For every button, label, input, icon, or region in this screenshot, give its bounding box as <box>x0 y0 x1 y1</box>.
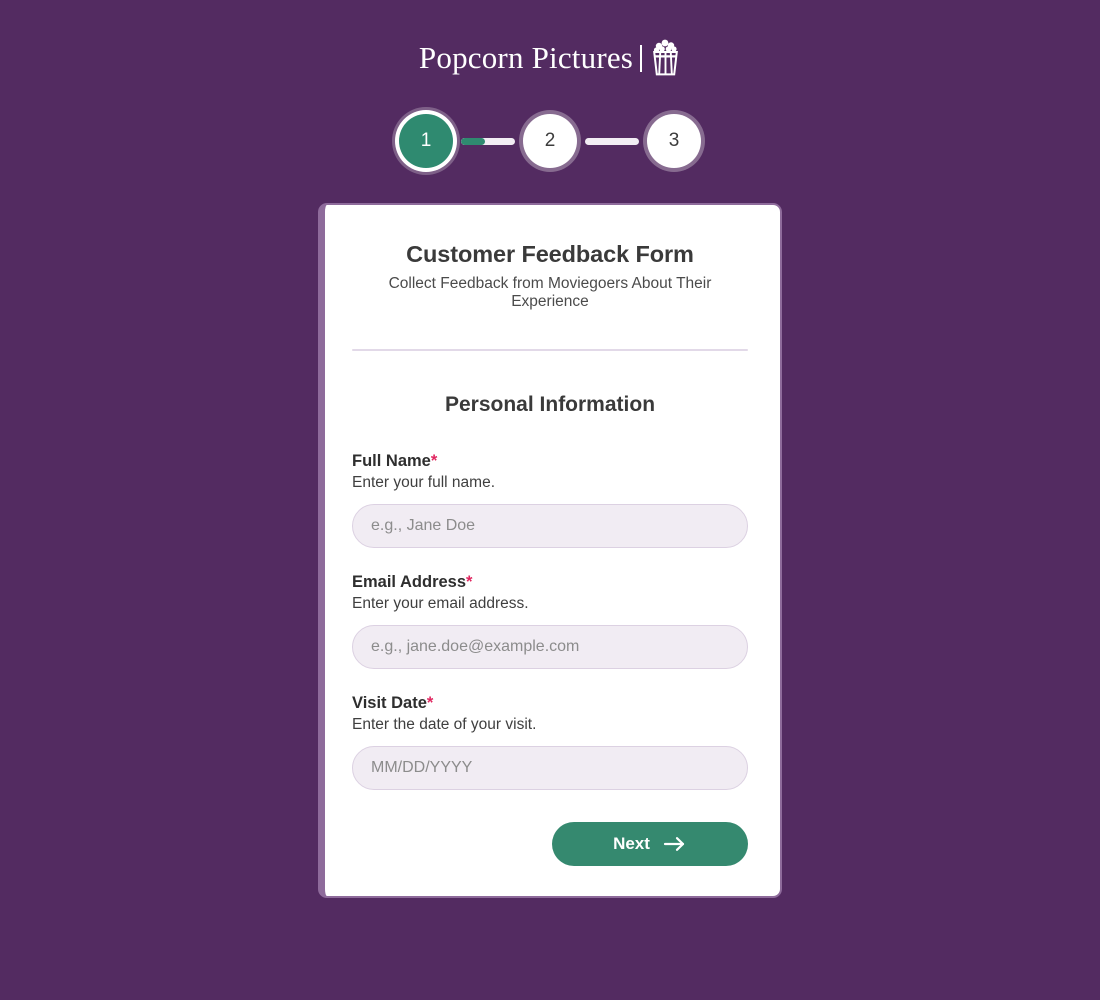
header-divider <box>352 348 748 351</box>
field-visit-date: Visit Date* Enter the date of your visit… <box>352 693 748 790</box>
form-fields: Full Name* Enter your full name. Email A… <box>352 451 748 790</box>
step-connector-1 <box>461 137 515 145</box>
field-label-text: Full Name <box>352 451 431 470</box>
step-label-2: 2 <box>544 130 556 151</box>
field-label-text: Visit Date <box>352 693 427 712</box>
section-title: Personal Information <box>444 392 656 416</box>
progress-stepper: 1 2 3 <box>399 111 701 171</box>
arrow-right-icon <box>663 836 687 852</box>
step-indicator-1[interactable]: 1 <box>399 114 453 168</box>
popcorn-box-icon <box>651 38 681 76</box>
visit-date-input[interactable] <box>352 745 748 790</box>
step-label-1: 1 <box>420 130 432 151</box>
field-help-email-address: Enter your email address. <box>352 595 529 613</box>
full-name-input[interactable] <box>352 503 748 548</box>
next-button-label: Next <box>613 833 650 853</box>
brand-divider <box>640 44 643 72</box>
required-marker: * <box>430 451 438 470</box>
page-title: Customer Feedback Form <box>406 241 694 267</box>
field-help-visit-date: Enter the date of your visit. <box>352 716 537 734</box>
page-root: Popcorn Pictures 1 2 3 Customer Feedback… <box>0 0 1100 1000</box>
field-full-name: Full Name* Enter your full name. <box>352 451 748 548</box>
field-label-full-name: Full Name* <box>352 451 748 472</box>
step-label-3: 3 <box>668 130 680 151</box>
next-button[interactable]: Next <box>552 821 748 866</box>
step-indicator-2[interactable]: 2 <box>523 114 577 168</box>
form-card: Customer Feedback Form Collect Feedback … <box>318 203 782 898</box>
page-subtitle: Collect Feedback from Moviegoers About T… <box>388 275 712 311</box>
required-marker: * <box>426 693 434 712</box>
field-label-email-address: Email Address* <box>352 572 748 593</box>
card-footer: Next <box>352 821 748 866</box>
step-connector-1-fill <box>461 137 486 145</box>
brand-header: Popcorn Pictures <box>419 33 681 81</box>
field-label-visit-date: Visit Date* <box>352 693 748 714</box>
field-label-text: Email Address <box>352 572 467 591</box>
step-indicator-3[interactable]: 3 <box>647 114 701 168</box>
brand-name: Popcorn Pictures <box>418 39 634 75</box>
field-email-address: Email Address* Enter your email address. <box>352 572 748 669</box>
field-help-full-name: Enter your full name. <box>352 474 496 492</box>
step-connector-2 <box>585 137 639 145</box>
email-address-input[interactable] <box>352 624 748 669</box>
required-marker: * <box>466 572 473 591</box>
